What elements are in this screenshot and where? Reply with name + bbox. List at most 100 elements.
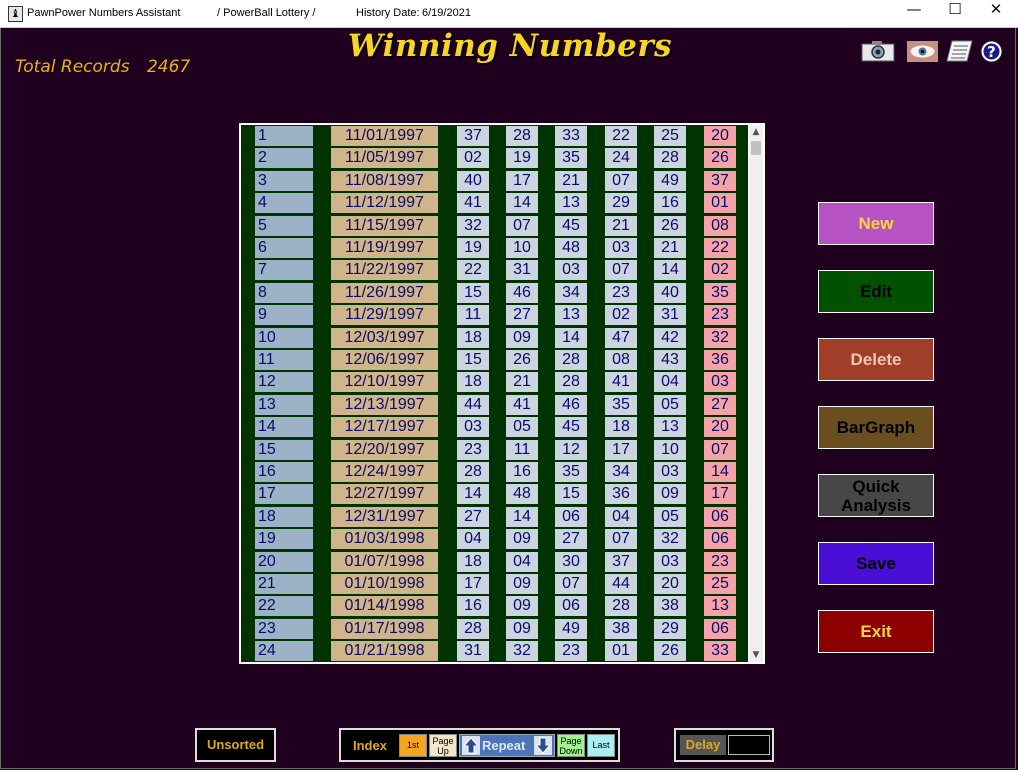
draw-date-cell[interactable]: 12/10/1997 — [331, 372, 438, 393]
powerball-cell[interactable]: 37 — [704, 170, 736, 191]
table-row[interactable]: 7 11/22/1997 22 31 03 07 14 02 — [241, 259, 748, 281]
white-ball-cell[interactable]: 23 — [605, 282, 637, 303]
table-row[interactable]: 21 01/10/1998 17 09 07 44 20 25 — [241, 573, 748, 595]
white-ball-cell[interactable]: 38 — [654, 596, 686, 617]
white-ball-cell[interactable]: 28 — [555, 350, 587, 370]
white-ball-cell[interactable]: 49 — [654, 170, 686, 191]
row-index-cell[interactable]: 12 — [255, 372, 313, 393]
table-row[interactable]: 20 01/07/1998 18 04 30 37 03 23 — [241, 551, 748, 573]
white-ball-cell[interactable]: 21 — [555, 170, 587, 191]
white-ball-cell[interactable]: 37 — [605, 551, 637, 572]
new-button[interactable]: New — [818, 202, 934, 245]
powerball-cell[interactable]: 17 — [704, 484, 736, 505]
row-index-cell[interactable]: 15 — [255, 439, 313, 460]
draw-date-cell[interactable]: 11/12/1997 — [331, 193, 438, 214]
white-ball-cell[interactable]: 19 — [506, 148, 538, 169]
draw-date-cell[interactable]: 12/20/1997 — [331, 439, 438, 460]
white-ball-cell[interactable]: 30 — [555, 551, 587, 572]
white-ball-cell[interactable]: 26 — [654, 641, 686, 662]
white-ball-cell[interactable]: 13 — [555, 305, 587, 326]
powerball-cell[interactable]: 23 — [704, 305, 736, 326]
white-ball-cell[interactable]: 03 — [654, 551, 686, 572]
white-ball-cell[interactable]: 14 — [555, 327, 587, 348]
draw-date-cell[interactable]: 12/27/1997 — [331, 484, 438, 505]
white-ball-cell[interactable]: 48 — [555, 238, 587, 258]
table-row[interactable]: 4 11/12/1997 41 14 13 29 16 01 — [241, 192, 748, 214]
white-ball-cell[interactable]: 29 — [605, 193, 637, 214]
powerball-cell[interactable]: 06 — [704, 506, 736, 527]
table-row[interactable]: 14 12/17/1997 03 05 45 18 13 20 — [241, 416, 748, 438]
row-index-cell[interactable]: 7 — [255, 260, 313, 281]
table-row[interactable]: 19 01/03/1998 04 09 27 07 32 06 — [241, 528, 748, 550]
white-ball-cell[interactable]: 49 — [555, 618, 587, 639]
white-ball-cell[interactable]: 18 — [605, 417, 637, 438]
powerball-cell[interactable]: 14 — [704, 462, 736, 482]
white-ball-cell[interactable]: 18 — [457, 372, 489, 393]
table-row[interactable]: 12 12/10/1997 18 21 28 41 04 03 — [241, 371, 748, 393]
row-index-cell[interactable]: 22 — [255, 596, 313, 617]
table-row[interactable]: 16 12/24/1997 28 16 35 34 03 14 — [241, 461, 748, 483]
powerball-cell[interactable]: 06 — [704, 618, 736, 639]
delay-input[interactable] — [728, 735, 770, 755]
white-ball-cell[interactable]: 16 — [506, 462, 538, 482]
close-button[interactable]: ✕ — [976, 0, 1016, 27]
white-ball-cell[interactable]: 02 — [605, 305, 637, 326]
white-ball-cell[interactable]: 09 — [506, 327, 538, 348]
edit-button[interactable]: Edit — [818, 270, 934, 313]
white-ball-cell[interactable]: 05 — [654, 506, 686, 527]
white-ball-cell[interactable]: 09 — [506, 596, 538, 617]
white-ball-cell[interactable]: 26 — [506, 350, 538, 370]
row-index-cell[interactable]: 3 — [255, 170, 313, 191]
row-index-cell[interactable]: 1 — [255, 126, 313, 146]
white-ball-cell[interactable]: 23 — [555, 641, 587, 662]
white-ball-cell[interactable]: 26 — [654, 215, 686, 236]
row-index-cell[interactable]: 13 — [255, 394, 313, 415]
camera-icon[interactable] — [861, 40, 895, 62]
white-ball-cell[interactable]: 18 — [457, 551, 489, 572]
white-ball-cell[interactable]: 09 — [506, 574, 538, 594]
row-index-cell[interactable]: 21 — [255, 574, 313, 594]
row-index-cell[interactable]: 9 — [255, 305, 313, 326]
row-index-cell[interactable]: 20 — [255, 551, 313, 572]
white-ball-cell[interactable]: 40 — [654, 282, 686, 303]
white-ball-cell[interactable]: 32 — [457, 215, 489, 236]
table-row[interactable]: 8 11/26/1997 15 46 34 23 40 35 — [241, 282, 748, 304]
minimize-button[interactable]: — — [894, 0, 934, 27]
white-ball-cell[interactable]: 42 — [654, 327, 686, 348]
row-index-cell[interactable]: 17 — [255, 484, 313, 505]
page-up-button[interactable]: Page Up — [429, 734, 457, 757]
white-ball-cell[interactable]: 21 — [506, 372, 538, 393]
white-ball-cell[interactable]: 16 — [457, 596, 489, 617]
row-index-cell[interactable]: 24 — [255, 641, 313, 662]
white-ball-cell[interactable]: 04 — [457, 529, 489, 550]
white-ball-cell[interactable]: 29 — [654, 618, 686, 639]
row-index-cell[interactable]: 2 — [255, 148, 313, 169]
white-ball-cell[interactable]: 41 — [457, 193, 489, 214]
row-index-cell[interactable]: 14 — [255, 417, 313, 438]
powerball-cell[interactable]: 35 — [704, 282, 736, 303]
last-record-button[interactable]: Last — [587, 734, 615, 757]
bargraph-button[interactable]: BarGraph — [818, 406, 934, 449]
powerball-cell[interactable]: 27 — [704, 394, 736, 415]
white-ball-cell[interactable]: 03 — [654, 462, 686, 482]
white-ball-cell[interactable]: 28 — [506, 126, 538, 146]
table-row[interactable]: 17 12/27/1997 14 48 15 36 09 17 — [241, 483, 748, 505]
powerball-cell[interactable]: 22 — [704, 238, 736, 258]
help-icon[interactable]: ? — [980, 40, 1003, 62]
white-ball-cell[interactable]: 21 — [605, 215, 637, 236]
white-ball-cell[interactable]: 03 — [457, 417, 489, 438]
table-row[interactable]: 5 11/15/1997 32 07 45 21 26 08 — [241, 215, 748, 237]
powerball-cell[interactable]: 08 — [704, 215, 736, 236]
row-index-cell[interactable]: 16 — [255, 462, 313, 482]
repeat-button[interactable]: Repeat — [459, 734, 555, 757]
white-ball-cell[interactable]: 46 — [555, 394, 587, 415]
white-ball-cell[interactable]: 17 — [506, 170, 538, 191]
table-row[interactable]: 10 12/03/1997 18 09 14 47 42 32 — [241, 327, 748, 349]
records-grid[interactable]: 1 11/01/1997 37 28 33 22 25 20 2 11/05/1997 02 19 35… — [239, 123, 765, 664]
white-ball-cell[interactable]: 28 — [654, 148, 686, 169]
white-ball-cell[interactable]: 04 — [654, 372, 686, 393]
row-index-cell[interactable]: 4 — [255, 193, 313, 214]
white-ball-cell[interactable]: 34 — [555, 282, 587, 303]
powerball-cell[interactable]: 20 — [704, 417, 736, 438]
row-index-cell[interactable]: 11 — [255, 350, 313, 370]
